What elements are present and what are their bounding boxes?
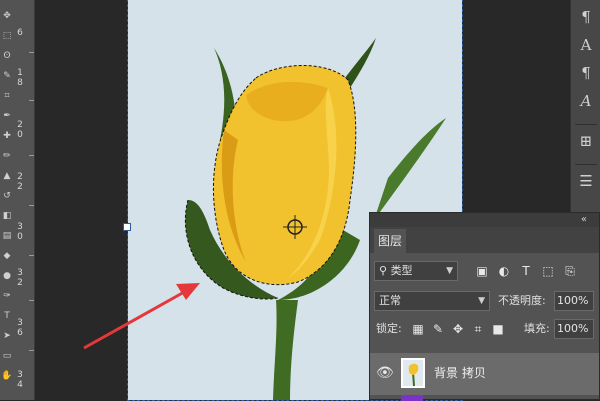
search-icon: ⚲ (379, 264, 388, 277)
opacity-value: 100% (557, 294, 589, 307)
opacity-field[interactable]: 100% (554, 291, 594, 311)
thumbnail-bud (408, 363, 419, 375)
arrow-head-icon (176, 283, 200, 300)
fill-label: 填充: (524, 322, 550, 335)
layer-name[interactable]: 背景 拷贝 (434, 365, 486, 381)
arrow-line (83, 289, 187, 350)
chevron-down-icon: ▼ (446, 266, 453, 276)
layer-row[interactable]: 👁 背景 拷贝 (370, 353, 599, 395)
paragraph-icon[interactable]: ¶ (571, 8, 600, 26)
collapse-icon[interactable]: « (581, 213, 587, 227)
filter-kind-value: 类型 (390, 264, 413, 277)
lock-label: 锁定: (376, 322, 402, 335)
lock-artboard-icon[interactable]: ⌗ (470, 319, 486, 339)
tab-layers[interactable]: 图层 (374, 229, 407, 253)
blend-mode-value: 正常 (379, 294, 401, 307)
pixel-filter-icon[interactable]: ▣ (474, 261, 490, 281)
paragraph-styles-icon[interactable]: ¶ (571, 64, 600, 82)
layers-panel: « 图层 ⚲ 类型 ▼ ▣ ◐ T ⬚ ⎘ 正常 ▼ 不透明度: 100% 锁定… (369, 212, 600, 401)
character-icon[interactable]: A (571, 36, 600, 54)
properties-icon[interactable]: ☰ (571, 172, 600, 190)
shape-filter-icon[interactable]: ⬚ (540, 261, 556, 281)
rose-thumbnail-icon (408, 363, 419, 386)
panel-header: « (370, 213, 599, 227)
chevron-down-icon: ▼ (478, 296, 485, 306)
fill-value: 100% (557, 322, 589, 335)
lock-position-icon[interactable]: ✥ (450, 319, 466, 339)
lock-image-icon[interactable]: ✎ (430, 319, 446, 339)
lock-all-icon[interactable]: ■ (490, 319, 506, 339)
visibility-eye-icon[interactable]: 👁 (376, 366, 394, 380)
divider (575, 164, 597, 165)
smart-object-filter-icon[interactable]: ⎘ (562, 261, 578, 281)
filter-kind-select[interactable]: ⚲ 类型 ▼ (374, 261, 458, 281)
fill-field[interactable]: 100% (554, 319, 594, 339)
divider (575, 124, 597, 125)
type-filter-icon[interactable]: T (518, 261, 534, 281)
panel-tab-row: 图层 (370, 227, 599, 253)
table-icon[interactable]: ⊞ (571, 132, 600, 150)
opacity-label: 不透明度: (498, 294, 546, 307)
blend-mode-select[interactable]: 正常 ▼ (374, 291, 490, 311)
next-layer-thumbnail (401, 395, 423, 401)
lock-transparent-icon[interactable]: ▦ (410, 319, 426, 339)
layer-thumbnail (401, 358, 425, 388)
character-styles-icon[interactable]: A (571, 92, 600, 110)
adjustment-filter-icon[interactable]: ◐ (496, 261, 512, 281)
